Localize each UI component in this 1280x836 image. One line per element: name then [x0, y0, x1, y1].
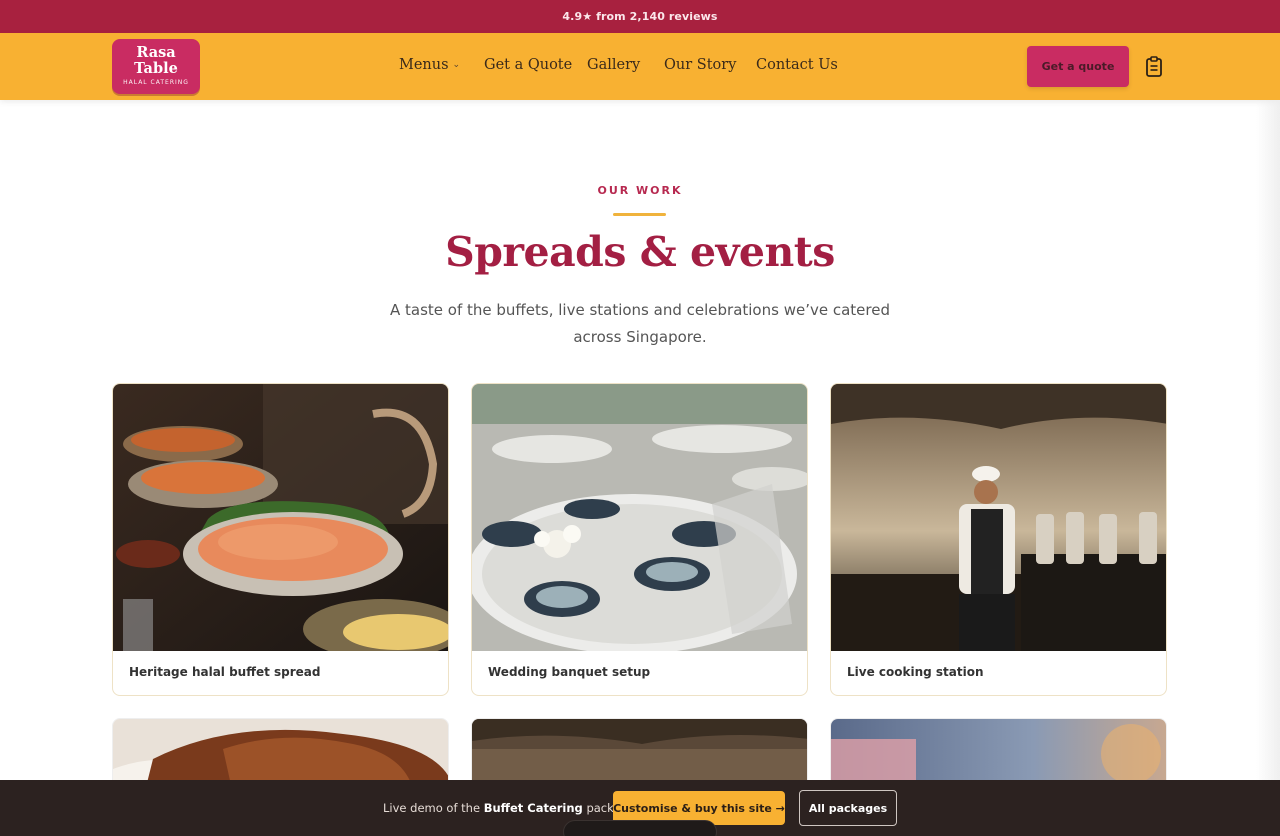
card-caption: Live cooking station — [847, 665, 984, 679]
demo-package-name: Buffet Catering — [483, 801, 583, 815]
nav-item-menus[interactable]: Menus ⌄ — [399, 57, 460, 73]
nav-item-get-a-quote[interactable]: Get a Quote — [484, 57, 572, 73]
logo-name-line2: Table — [134, 60, 178, 77]
card-caption: Heritage halal buffet spread — [129, 665, 321, 679]
site-header: Rasa Table HALAL CATERING Menus ⌄ Get a Q… — [0, 33, 1280, 100]
nav-item-our-story[interactable]: Our Story — [664, 57, 736, 73]
nav-item-label: Contact Us — [756, 57, 838, 73]
demo-bar: Live demo of the Buffet Catering package… — [0, 780, 1280, 836]
nav-item-label: Menus — [399, 57, 449, 73]
announcement-bar: 4.9★ from 2,140 reviews — [0, 0, 1280, 33]
logo[interactable]: Rasa Table HALAL CATERING — [112, 39, 200, 94]
nav-item-label: Our Story — [664, 57, 737, 73]
demo-text: Live demo of the Buffet Catering package… — [383, 801, 639, 815]
customise-buy-button-label: Customise & buy this site → — [613, 801, 785, 815]
page-title: Spreads & events — [445, 228, 835, 276]
nav-item-label: Gallery — [587, 57, 641, 73]
gallery-card-live-station[interactable]: Live cooking station — [830, 383, 1167, 696]
eyebrow-divider — [613, 213, 666, 216]
buffet-photo — [113, 384, 448, 651]
banquet-photo — [472, 384, 807, 651]
chevron-down-icon: ⌄ — [452, 60, 461, 70]
floating-toolbar[interactable] — [563, 820, 717, 836]
nav-item-gallery[interactable]: Gallery — [587, 57, 640, 73]
card-caption: Wedding banquet setup — [488, 665, 651, 679]
all-packages-button-label: All packages — [808, 801, 888, 815]
get-a-quote-button[interactable]: Get a quote — [1027, 46, 1129, 87]
chef-station-photo — [831, 384, 1166, 651]
nav-item-label: Get a Quote — [484, 57, 573, 73]
clipboard-icon[interactable] — [1145, 56, 1163, 78]
logo-name-line1: Rasa — [136, 44, 176, 61]
get-a-quote-button-label: Get a quote — [1041, 60, 1115, 73]
demo-text-prefix: Live demo of the — [383, 801, 484, 815]
announcement-text: 4.9★ from 2,140 reviews — [562, 10, 718, 23]
gallery-card-banquet[interactable]: Wedding banquet setup — [471, 383, 808, 696]
all-packages-button[interactable]: All packages — [799, 790, 897, 826]
gallery-card-buffet[interactable]: Heritage halal buffet spread — [112, 383, 449, 696]
section-eyebrow: OUR WORK — [597, 184, 683, 197]
page-edge-shadow — [1256, 100, 1280, 780]
nav-item-contact-us[interactable]: Contact Us — [756, 57, 838, 73]
section-subtitle: A taste of the buffets, live stations an… — [390, 301, 890, 346]
logo-tagline: HALAL CATERING — [123, 79, 189, 86]
